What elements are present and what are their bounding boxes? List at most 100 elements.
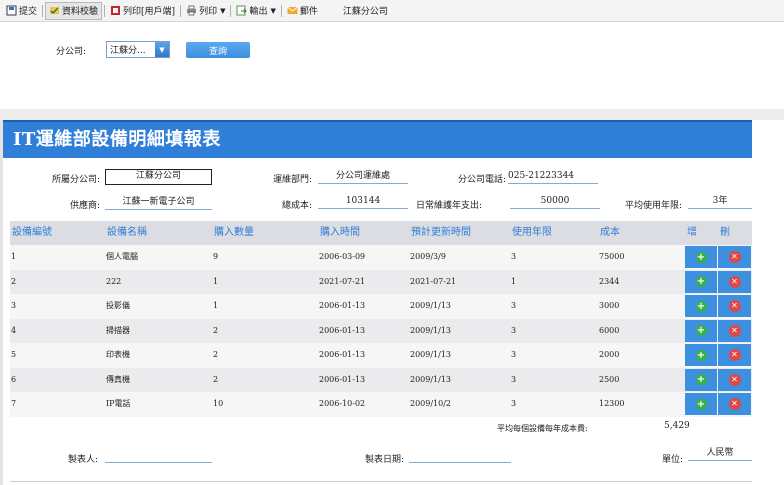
submit-icon bbox=[6, 5, 17, 16]
table-cell: 2 bbox=[11, 276, 17, 286]
validate-label: 資料校驗 bbox=[62, 7, 99, 17]
delete-row-button[interactable]: ✕ bbox=[718, 368, 751, 391]
toolbar: 提交 資料校驗 列印[用戶端] 列印 ▼ 輸出 ▼ 郵件 江蘇分公司 bbox=[0, 0, 784, 22]
table-cell: 2006-01-13 bbox=[319, 350, 366, 359]
table-cell: 2009/1/13 bbox=[410, 325, 452, 335]
add-row-button[interactable]: + bbox=[685, 246, 717, 268]
table-cell: 掃描器 bbox=[106, 325, 130, 335]
table-cell: 傳真機 bbox=[106, 374, 130, 384]
table-cell: 6 bbox=[11, 374, 17, 384]
total-cost-value[interactable]: 103144 bbox=[318, 195, 408, 209]
add-row-button[interactable]: + bbox=[685, 368, 717, 391]
table-cell: 2006-10-02 bbox=[319, 399, 366, 408]
delete-row-button[interactable]: ✕ bbox=[718, 393, 751, 415]
filter-area: 分公司: 江蘇分... ▼ 查詢 bbox=[0, 23, 784, 109]
avg-life-label: 平均使用年限: bbox=[624, 201, 682, 211]
chevron-down-icon: ▼ bbox=[270, 6, 276, 15]
add-row-button[interactable]: + bbox=[685, 344, 717, 366]
mail-button[interactable]: 郵件 bbox=[284, 2, 321, 20]
table-cell: 2000 bbox=[599, 350, 620, 359]
table-row: 5 印表機 2 2006-01-13 2009/1/13 3 2000 + ✕ bbox=[10, 343, 752, 368]
table-cell: 3 bbox=[511, 350, 517, 359]
date-label: 製表日期: bbox=[364, 455, 404, 465]
table-row: 7 IP電話 10 2006-10-02 2009/10/2 3 12300 + ✕ bbox=[10, 392, 752, 417]
delete-row-button[interactable]: ✕ bbox=[718, 295, 751, 317]
phone-label: 分公司電話: bbox=[457, 175, 506, 185]
report-title: IT運維部設備明細填報表 bbox=[3, 120, 752, 158]
print-button[interactable]: 列印 ▼ bbox=[183, 2, 228, 20]
dept-value[interactable]: 分公司運維處 bbox=[318, 170, 408, 184]
branch-value[interactable]: 江蘇分公司 bbox=[105, 169, 212, 185]
table-cell: 3 bbox=[511, 325, 517, 335]
table-cell: 2009/1/13 bbox=[410, 350, 452, 359]
phone-value[interactable]: 025-21223344 bbox=[508, 170, 598, 184]
table-cell: 3 bbox=[511, 252, 517, 261]
avg-life-value[interactable]: 3年 bbox=[688, 195, 752, 209]
delete-row-button[interactable]: ✕ bbox=[718, 319, 751, 342]
close-icon: ✕ bbox=[728, 373, 741, 386]
add-row-button[interactable]: + bbox=[685, 270, 717, 293]
query-button[interactable]: 查詢 bbox=[186, 42, 250, 58]
table-cell: 75000 bbox=[599, 252, 625, 261]
add-row-button[interactable]: + bbox=[685, 393, 717, 415]
add-row-button[interactable]: + bbox=[685, 295, 717, 317]
table-cell: 6000 bbox=[599, 325, 620, 335]
date-value[interactable] bbox=[409, 449, 511, 463]
plus-icon: + bbox=[695, 325, 707, 336]
export-button[interactable]: 輸出 ▼ bbox=[233, 2, 278, 20]
chevron-down-icon[interactable]: ▼ bbox=[155, 42, 169, 57]
table-cell: 3 bbox=[511, 399, 517, 408]
column-header: 設備名稱 bbox=[107, 227, 147, 238]
validate-button[interactable]: 資料校驗 bbox=[45, 1, 103, 20]
table-cell: 12300 bbox=[599, 399, 625, 408]
export-icon bbox=[237, 5, 248, 16]
divider-band bbox=[0, 109, 784, 120]
table-row: 1 個人電腦 9 2006-03-09 2009/3/9 3 75000 + ✕ bbox=[10, 245, 752, 270]
delete-row-cell: ✕ bbox=[718, 245, 752, 270]
plus-icon: + bbox=[695, 251, 707, 263]
table-cell: 2006-01-13 bbox=[319, 301, 366, 310]
maintenance-value[interactable]: 50000 bbox=[510, 195, 600, 209]
supplier-value[interactable]: 江蘇一新電子公司 bbox=[105, 196, 212, 210]
table-cell: 222 bbox=[106, 276, 122, 286]
add-row-cell: + bbox=[685, 343, 718, 368]
table-cell: 2006-01-13 bbox=[319, 374, 366, 384]
plus-icon: + bbox=[695, 349, 707, 361]
table-cell: 7 bbox=[11, 399, 17, 408]
table-cell: 2009/1/13 bbox=[410, 374, 452, 384]
delete-row-button[interactable]: ✕ bbox=[718, 270, 751, 293]
delete-row-cell: ✕ bbox=[718, 343, 752, 368]
branch-select[interactable]: 江蘇分... ▼ bbox=[106, 41, 170, 58]
delete-row-button[interactable]: ✕ bbox=[718, 246, 751, 268]
add-row-cell: + bbox=[685, 294, 718, 319]
table-cell: 2009/10/2 bbox=[410, 399, 452, 408]
dept-label: 運維部門: bbox=[272, 175, 312, 185]
column-header: 刪 bbox=[720, 227, 730, 238]
table-cell: 9 bbox=[213, 252, 219, 261]
validate-icon bbox=[50, 7, 60, 14]
table-cell: 2500 bbox=[599, 374, 620, 384]
unit-label: 單位: bbox=[661, 455, 683, 465]
table-cell: 3 bbox=[11, 301, 17, 310]
unit-value[interactable]: 人民幣 bbox=[688, 447, 752, 461]
pdf-print-icon bbox=[111, 6, 121, 15]
branch-select-value: 江蘇分... bbox=[110, 46, 146, 56]
add-row-button[interactable]: + bbox=[685, 319, 717, 342]
close-icon: ✕ bbox=[728, 349, 741, 361]
table-body: 1 個人電腦 9 2006-03-09 2009/3/9 3 75000 + ✕ 2 222 1 202… bbox=[10, 245, 752, 417]
maker-value[interactable] bbox=[105, 449, 212, 463]
maker-label: 製表人: bbox=[67, 455, 98, 465]
table-cell: 2006-03-09 bbox=[319, 252, 366, 261]
resize-handle[interactable] bbox=[0, 120, 3, 485]
table-header: 設備編號 設備名稱 購入數量 購入時間 預計更新時間 使用年限 成本 增 刪 bbox=[10, 221, 752, 245]
table-cell: 3000 bbox=[599, 301, 620, 310]
column-header: 預計更新時間 bbox=[411, 227, 471, 238]
mail-label: 郵件 bbox=[299, 7, 318, 17]
table-cell: 2006-01-13 bbox=[319, 325, 366, 335]
table-cell: 1 bbox=[511, 276, 517, 286]
delete-row-button[interactable]: ✕ bbox=[718, 344, 751, 366]
toolbar-divider bbox=[42, 4, 44, 17]
submit-button[interactable]: 提交 bbox=[3, 2, 40, 20]
close-icon: ✕ bbox=[728, 300, 741, 312]
print-client-button[interactable]: 列印[用戶端] bbox=[107, 2, 178, 20]
